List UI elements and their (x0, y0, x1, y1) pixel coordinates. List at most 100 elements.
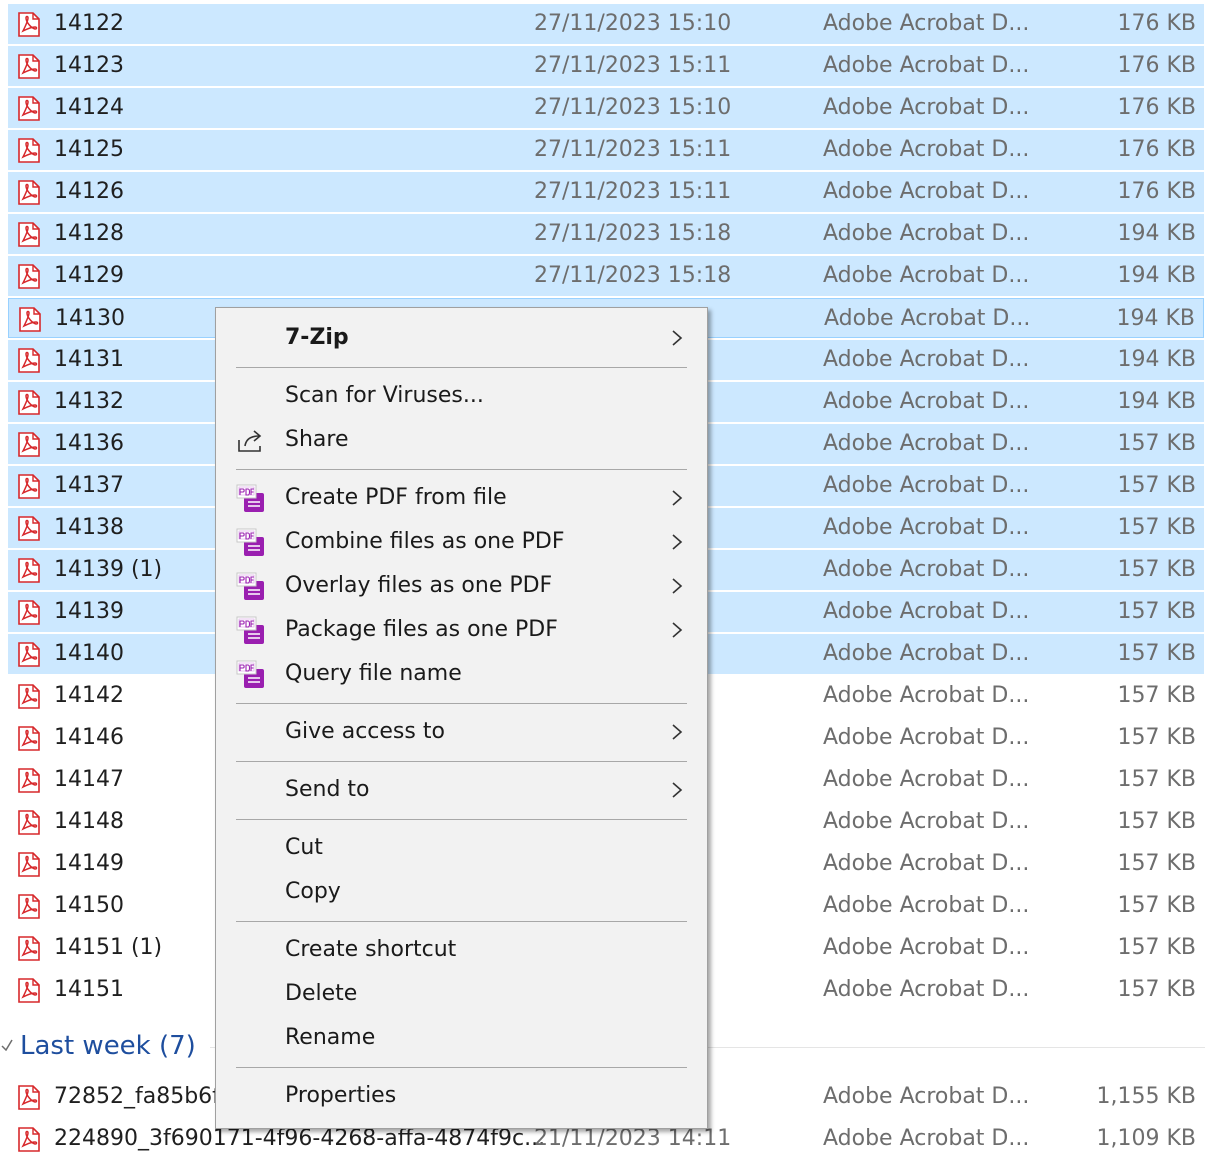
collapse-chevron-icon[interactable] (0, 1032, 14, 1056)
file-type: Adobe Acrobat D... (823, 977, 1030, 1002)
menu-item-label: Rename (285, 1025, 376, 1050)
menu-item-rename[interactable]: Rename (216, 1016, 707, 1060)
submenu-arrow-icon (668, 723, 686, 741)
menu-item-send-to[interactable]: Send to (216, 768, 707, 812)
file-name: 14137 (54, 473, 124, 498)
file-size: 157 KB (1117, 599, 1196, 624)
file-type: Adobe Acrobat D... (823, 95, 1030, 120)
file-size: 176 KB (1117, 53, 1196, 78)
pdf-file-icon (18, 348, 40, 373)
file-type: Adobe Acrobat D... (823, 557, 1030, 582)
menu-item-7-zip[interactable]: 7-Zip (216, 316, 707, 360)
pdf-file-icon (18, 180, 40, 205)
menu-item-label: Create shortcut (285, 937, 457, 962)
file-type: Adobe Acrobat D... (823, 347, 1030, 372)
menu-item-give-access-to[interactable]: Give access to (216, 710, 707, 754)
file-size: 157 KB (1117, 809, 1196, 834)
pdf-tool-icon (235, 616, 267, 646)
file-row[interactable]: 14129 27/11/2023 15:18 Adobe Acrobat D... 1… (8, 256, 1204, 296)
submenu-arrow-icon (668, 489, 686, 507)
menu-separator (236, 761, 687, 762)
menu-item-label: Package files as one PDF (285, 617, 558, 642)
file-type: Adobe Acrobat D... (823, 431, 1030, 456)
menu-item-share[interactable]: Share (216, 418, 707, 462)
pdf-file-icon (18, 390, 40, 415)
file-name: 14139 (54, 599, 124, 624)
file-name: 14147 (54, 767, 124, 792)
file-size: 176 KB (1117, 95, 1196, 120)
pdf-file-icon (18, 684, 40, 709)
file-size: 157 KB (1117, 767, 1196, 792)
file-date: 27/11/2023 15:11 (534, 53, 732, 78)
pdf-file-icon (18, 852, 40, 877)
file-type: Adobe Acrobat D... (823, 473, 1030, 498)
file-date: 27/11/2023 15:11 (534, 179, 732, 204)
file-size: 176 KB (1117, 179, 1196, 204)
file-type: Adobe Acrobat D... (823, 221, 1030, 246)
menu-item-cut[interactable]: Cut (216, 826, 707, 870)
file-size: 157 KB (1117, 893, 1196, 918)
file-date: 27/11/2023 15:18 (534, 221, 732, 246)
menu-item-combine-files-as-one-pdf[interactable]: Combine files as one PDF (216, 520, 707, 564)
file-type: Adobe Acrobat D... (823, 599, 1030, 624)
menu-item-package-files-as-one-pdf[interactable]: Package files as one PDF (216, 608, 707, 652)
file-name: 14136 (54, 431, 124, 456)
pdf-file-icon (18, 96, 40, 121)
pdf-file-icon (18, 1127, 40, 1152)
file-size: 157 KB (1117, 473, 1196, 498)
menu-separator (236, 367, 687, 368)
menu-item-label: Send to (285, 777, 370, 802)
menu-item-scan-for-viruses[interactable]: Scan for Viruses... (216, 374, 707, 418)
menu-item-overlay-files-as-one-pdf[interactable]: Overlay files as one PDF (216, 564, 707, 608)
file-name: 14146 (54, 725, 124, 750)
pdf-file-icon (18, 432, 40, 457)
file-name: 14140 (54, 641, 124, 666)
submenu-arrow-icon (668, 329, 686, 347)
file-size: 157 KB (1117, 851, 1196, 876)
pdf-file-icon (18, 474, 40, 499)
menu-separator (236, 921, 687, 922)
file-name: 14131 (54, 347, 124, 372)
file-size: 157 KB (1117, 725, 1196, 750)
file-size: 194 KB (1117, 263, 1196, 288)
menu-item-label: Create PDF from file (285, 485, 507, 510)
pdf-file-icon (18, 264, 40, 289)
pdf-file-icon (18, 558, 40, 583)
menu-item-create-pdf-from-file[interactable]: Create PDF from file (216, 476, 707, 520)
file-type: Adobe Acrobat D... (823, 11, 1030, 36)
pdf-file-icon (18, 12, 40, 37)
file-row[interactable]: 14122 27/11/2023 15:10 Adobe Acrobat D... 1… (8, 4, 1204, 44)
menu-item-properties[interactable]: Properties (216, 1074, 707, 1118)
file-name: 14123 (54, 53, 124, 78)
file-type: Adobe Acrobat D... (824, 306, 1031, 331)
file-size: 157 KB (1117, 683, 1196, 708)
file-row[interactable]: 14123 27/11/2023 15:11 Adobe Acrobat D... 1… (8, 46, 1204, 86)
menu-item-label: Share (285, 427, 349, 452)
file-type: Adobe Acrobat D... (823, 1084, 1030, 1109)
menu-item-copy[interactable]: Copy (216, 870, 707, 914)
pdf-file-icon (18, 768, 40, 793)
file-row[interactable]: 14126 27/11/2023 15:11 Adobe Acrobat D... 1… (8, 172, 1204, 212)
file-size: 194 KB (1117, 347, 1196, 372)
pdf-file-icon (18, 642, 40, 667)
file-name: 14125 (54, 137, 124, 162)
pdf-file-icon (18, 936, 40, 961)
menu-item-query-file-name[interactable]: Query file name (216, 652, 707, 696)
file-row[interactable]: 14128 27/11/2023 15:18 Adobe Acrobat D... 1… (8, 214, 1204, 254)
file-row[interactable]: 14124 27/11/2023 15:10 Adobe Acrobat D... 1… (8, 88, 1204, 128)
file-type: Adobe Acrobat D... (823, 809, 1030, 834)
context-menu: 7-Zip Scan for Viruses... Share Create PDF … (215, 307, 708, 1129)
file-name: 14128 (54, 221, 124, 246)
file-size: 157 KB (1117, 977, 1196, 1002)
menu-item-delete[interactable]: Delete (216, 972, 707, 1016)
file-type: Adobe Acrobat D... (823, 683, 1030, 708)
file-name: 14151 (1) (54, 935, 163, 960)
pdf-file-icon (18, 726, 40, 751)
pdf-file-icon (18, 978, 40, 1003)
file-row[interactable]: 14125 27/11/2023 15:11 Adobe Acrobat D... 1… (8, 130, 1204, 170)
menu-item-create-shortcut[interactable]: Create shortcut (216, 928, 707, 972)
file-date: 27/11/2023 15:18 (534, 263, 732, 288)
group-label[interactable]: Last week (7) (20, 1024, 196, 1068)
menu-item-label: Query file name (285, 661, 462, 686)
file-size: 176 KB (1117, 11, 1196, 36)
